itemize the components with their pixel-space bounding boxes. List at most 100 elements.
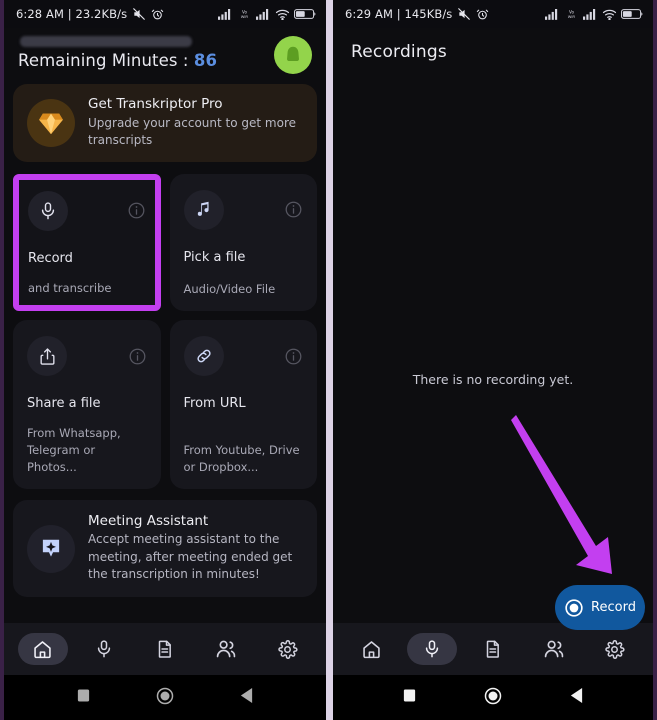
mute-icon — [133, 8, 146, 20]
svg-text:Vo: Vo — [569, 10, 574, 15]
card-record[interactable]: Record and transcribe — [13, 173, 161, 312]
page-title: Recordings — [351, 42, 447, 62]
account-name-redacted — [20, 36, 192, 47]
sidebar-item-team[interactable] — [529, 633, 579, 665]
people-icon — [216, 640, 236, 658]
recents-square-icon[interactable] — [76, 688, 91, 707]
meeting-assistant-card[interactable]: Meeting Assistant Accept meeting assista… — [13, 500, 317, 597]
record-button[interactable]: Record — [555, 585, 645, 630]
promo-text-group: Get Transkriptor Pro Upgrade your accoun… — [88, 96, 300, 150]
card-share-a-file-top — [27, 336, 147, 377]
card-share-a-file-title: Share a file — [27, 396, 101, 412]
info-icon[interactable] — [284, 200, 303, 219]
sidebar-item-home[interactable] — [346, 633, 396, 665]
bottom-nav-left — [4, 623, 326, 675]
empty-state-message: There is no recording yet. — [412, 372, 574, 387]
share-icon-wrapper — [27, 336, 67, 377]
card-share-a-file-subtitle: From Whatsapp, Telegram or Photos... — [27, 426, 121, 474]
card-pick-a-file-title: Pick a file — [183, 249, 246, 265]
meeting-text-group: Meeting Assistant Accept meeting assista… — [88, 513, 303, 583]
recordings-content: There is no recording yet. Record — [333, 62, 653, 630]
home-content: Get Transkriptor Pro Upgrade your accoun… — [4, 84, 326, 623]
remaining-minutes-label: Remaining Minutes : — [18, 51, 194, 70]
promo-title: Get Transkriptor Pro — [88, 96, 223, 112]
action-card-grid: Record and transcribe Pick a file Audio/… — [13, 173, 317, 490]
panel-divider — [326, 0, 333, 720]
back-triangle-icon[interactable] — [569, 687, 584, 708]
sidebar-item-record[interactable] — [407, 633, 458, 665]
sidebar-item-record[interactable] — [79, 633, 129, 665]
sparkle-bubble-icon — [42, 539, 60, 557]
card-record-title: Record — [28, 250, 73, 266]
gem-icon-wrapper — [27, 98, 75, 147]
card-record-top — [28, 190, 146, 231]
info-icon[interactable] — [284, 347, 303, 366]
microphone-icon — [41, 202, 55, 220]
link-icon — [196, 350, 211, 363]
sidebar-item-settings[interactable] — [590, 633, 640, 665]
card-pick-a-file[interactable]: Pick a file Audio/Video File — [169, 173, 317, 312]
home-circle-icon[interactable] — [155, 686, 175, 710]
info-icon[interactable] — [127, 201, 146, 220]
battery-icon — [621, 9, 643, 19]
promo-banner[interactable]: Get Transkriptor Pro Upgrade your accoun… — [13, 84, 317, 162]
people-icon — [544, 640, 564, 658]
status-bar-time: 6:29 AM | 145KB/s — [345, 7, 453, 21]
meeting-assistant-subtitle: Accept meeting assistant to the meeting,… — [88, 532, 293, 582]
signal-bars-icon — [218, 9, 231, 20]
signal-bars-2-icon — [583, 9, 596, 20]
mute-icon — [458, 8, 471, 20]
remaining-minutes: Remaining Minutes : 86 — [18, 51, 217, 70]
card-from-url-top — [183, 336, 304, 377]
card-share-a-file[interactable]: Share a file From Whatsapp, Telegram or … — [13, 320, 161, 490]
wifi-icon — [275, 9, 290, 20]
document-icon — [486, 640, 499, 658]
header-text-group: Remaining Minutes : 86 — [18, 32, 217, 70]
sidebar-item-files[interactable] — [468, 633, 518, 665]
recents-square-icon[interactable] — [402, 688, 417, 707]
remaining-minutes-value: 86 — [193, 51, 218, 70]
sidebar-item-settings[interactable] — [262, 633, 312, 665]
sidebar-item-team[interactable] — [201, 633, 251, 665]
home-circle-icon[interactable] — [483, 686, 503, 710]
record-dot-icon — [565, 598, 583, 617]
wifi-icon — [602, 9, 617, 20]
sidebar-item-home[interactable] — [17, 633, 68, 665]
sidebar-item-files[interactable] — [140, 633, 190, 665]
left-phone-screen: 6:28 AM | 23.2KB/s Vo WiFi Remaining Min… — [4, 0, 326, 720]
card-from-url[interactable]: From URL From Youtube, Drive or Dropbox.… — [169, 320, 317, 490]
bottom-nav-right — [333, 623, 653, 675]
alarm-icon — [151, 9, 164, 19]
promo-subtitle: Upgrade your account to get more transcr… — [88, 116, 297, 148]
gear-icon — [278, 639, 298, 659]
card-from-url-subtitle: From Youtube, Drive or Dropbox... — [183, 443, 300, 474]
status-bar-right-group: Vo WiFi — [218, 8, 316, 20]
avatar-glyph-icon — [287, 46, 299, 61]
microphone-icon — [426, 640, 439, 658]
avatar[interactable] — [274, 36, 312, 74]
svg-text:Vo: Vo — [242, 10, 247, 15]
status-bar-left-group: 6:29 AM | 145KB/s — [345, 7, 489, 21]
home-icon — [34, 640, 51, 658]
gear-icon — [605, 639, 625, 659]
status-bar-right: 6:29 AM | 145KB/s Vo WiFi — [333, 0, 653, 28]
battery-icon — [294, 9, 316, 19]
status-bar-time: 6:28 AM | 23.2KB/s — [16, 7, 128, 21]
record-button-label: Record — [591, 600, 636, 615]
link-icon-wrapper — [183, 336, 224, 377]
back-triangle-icon[interactable] — [239, 687, 254, 708]
screenshot-root: 6:28 AM | 23.2KB/s Vo WiFi Remaining Min… — [0, 0, 657, 720]
app-header-right: Recordings — [333, 28, 653, 62]
status-bar-left-group: 6:28 AM | 23.2KB/s — [16, 7, 164, 21]
svg-text:WiFi: WiFi — [568, 15, 575, 19]
status-bar-left: 6:28 AM | 23.2KB/s Vo WiFi — [4, 0, 326, 28]
app-header-left: Remaining Minutes : 86 — [4, 28, 326, 84]
alarm-icon — [477, 9, 489, 19]
home-icon — [363, 640, 380, 658]
info-icon[interactable] — [128, 347, 147, 366]
music-note-icon-wrapper — [183, 189, 224, 230]
signal-bars-icon — [545, 9, 558, 20]
meeting-assistant-title: Meeting Assistant — [88, 513, 209, 530]
svg-text:WiFi: WiFi — [241, 15, 248, 19]
status-bar-right-group: Vo WiFi — [545, 8, 643, 20]
